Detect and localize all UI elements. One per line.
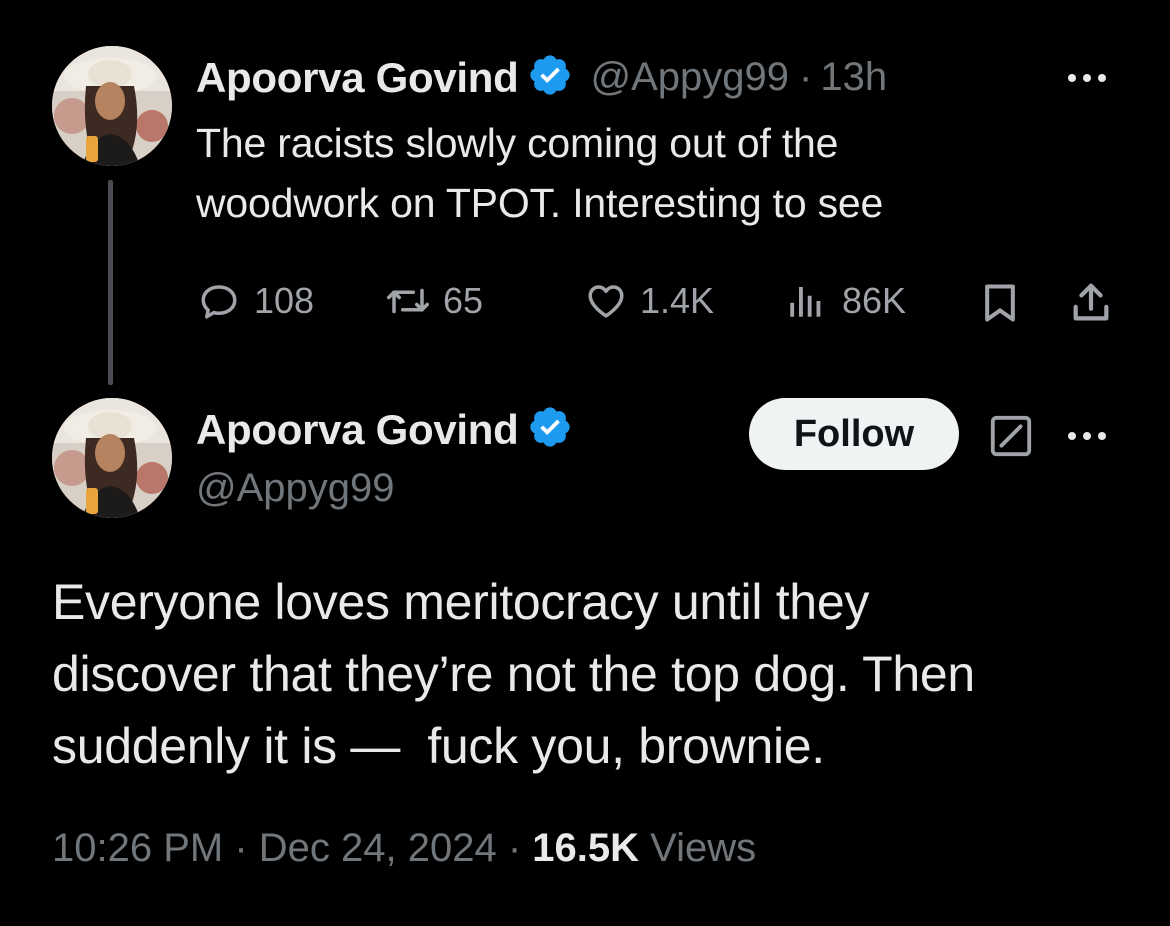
views-label: Views <box>639 826 757 870</box>
avatar-photo <box>52 46 172 166</box>
main-text-line: suddenly it is — fuck you, brownie. <box>52 718 825 774</box>
more-dots-icon[interactable] <box>1068 432 1106 440</box>
meta-separator: · <box>223 826 259 870</box>
main-tweet-text: Everyone loves meritocracy until they di… <box>52 566 1132 782</box>
like-count: 1.4K <box>640 280 715 321</box>
avatar[interactable] <box>52 46 172 166</box>
share-icon[interactable] <box>1068 280 1114 326</box>
like-button[interactable]: 1.4K <box>584 280 714 322</box>
repost-count: 65 <box>443 280 484 321</box>
views-count: 16.5K <box>532 826 640 870</box>
author-handle[interactable]: @Appyg99 <box>196 466 395 511</box>
parent-tweet-header: Apoorva Govind @Appyg99 · 13h <box>196 52 887 103</box>
repost-button[interactable]: 65 <box>385 280 483 322</box>
main-tweet-header: Apoorva Govind <box>196 404 573 455</box>
separator-dot: · <box>799 55 813 99</box>
follow-button[interactable]: Follow <box>749 398 959 470</box>
author-name[interactable]: Apoorva Govind <box>196 54 519 102</box>
parent-text-line: woodwork on TPOT. Interesting to see <box>196 180 884 226</box>
avatar-photo <box>52 398 172 518</box>
time-ago[interactable]: 13h <box>820 55 887 100</box>
more-dots-icon[interactable] <box>1068 74 1106 82</box>
tweet-meta: 10:26 PM · Dec 24, 2024 · 16.5K Views <box>52 826 756 871</box>
main-text-line: discover that they’re not the top dog. T… <box>52 646 975 702</box>
reply-icon <box>198 280 240 322</box>
author-name[interactable]: Apoorva Govind <box>196 406 519 454</box>
parent-text-line: The racists slowly coming out of the <box>196 120 839 166</box>
bookmark-icon[interactable] <box>978 280 1022 326</box>
thread-line <box>108 180 113 385</box>
reply-button[interactable]: 108 <box>198 280 314 322</box>
meta-separator: · <box>496 826 533 870</box>
author-handle[interactable]: @Appyg99 <box>591 55 790 100</box>
reply-count: 108 <box>254 280 315 321</box>
verified-badge-icon <box>527 52 573 103</box>
views-count: 86K <box>842 280 907 321</box>
parent-tweet-text: The racists slowly coming out of the woo… <box>196 113 1096 233</box>
tweet-time[interactable]: 10:26 PM <box>52 826 223 870</box>
tweet-date[interactable]: Dec 24, 2024 <box>259 826 497 870</box>
verified-badge-icon <box>527 404 573 455</box>
views-bar-icon <box>784 280 828 322</box>
heart-icon <box>584 280 628 322</box>
grok-icon[interactable] <box>988 413 1034 464</box>
avatar[interactable] <box>52 398 172 518</box>
views-button[interactable]: 86K <box>784 280 906 322</box>
main-text-line: Everyone loves meritocracy until they <box>52 574 870 630</box>
repost-icon <box>385 280 431 322</box>
